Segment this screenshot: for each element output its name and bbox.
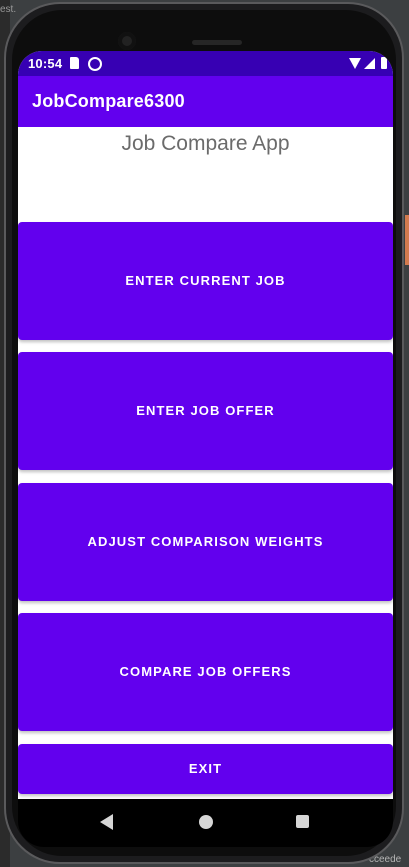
back-icon[interactable] [100,814,113,830]
signal-icon [364,58,375,69]
enter-current-job-button[interactable]: ENTER CURRENT JOB [18,222,393,340]
ide-side-accent [405,215,409,265]
ide-background-text: est. [0,4,17,15]
earpiece-speaker [192,40,242,45]
exit-button[interactable]: EXIT [18,744,393,794]
front-camera-icon [118,32,136,50]
sd-card-icon [70,57,79,69]
status-time: 10:54 [28,56,63,71]
wifi-icon [349,58,361,69]
navigation-bar [18,799,393,847]
app-title: JobCompare6300 [32,91,185,111]
status-bar: 10:54 [18,51,393,76]
home-icon[interactable] [199,815,213,829]
enter-job-offer-button[interactable]: ENTER JOB OFFER [18,352,393,470]
battery-icon [381,57,387,69]
adjust-comparison-weights-button[interactable]: ADJUST COMPARISON WEIGHTS [18,483,393,601]
app-bar: JobCompare6300 [18,76,393,127]
main-content: Job Compare App ENTER CURRENT JOB ENTER … [18,127,393,799]
compare-job-offers-button[interactable]: COMPARE JOB OFFERS [18,613,393,731]
page-title: Job Compare App [121,132,290,155]
emulator-window: est. cceede 10:54 JobCompare6300 Job Com… [0,0,409,867]
recents-icon[interactable] [296,815,309,828]
sync-icon [88,57,102,71]
device-screen: 10:54 JobCompare6300 Job Compare App ENT… [18,51,393,799]
